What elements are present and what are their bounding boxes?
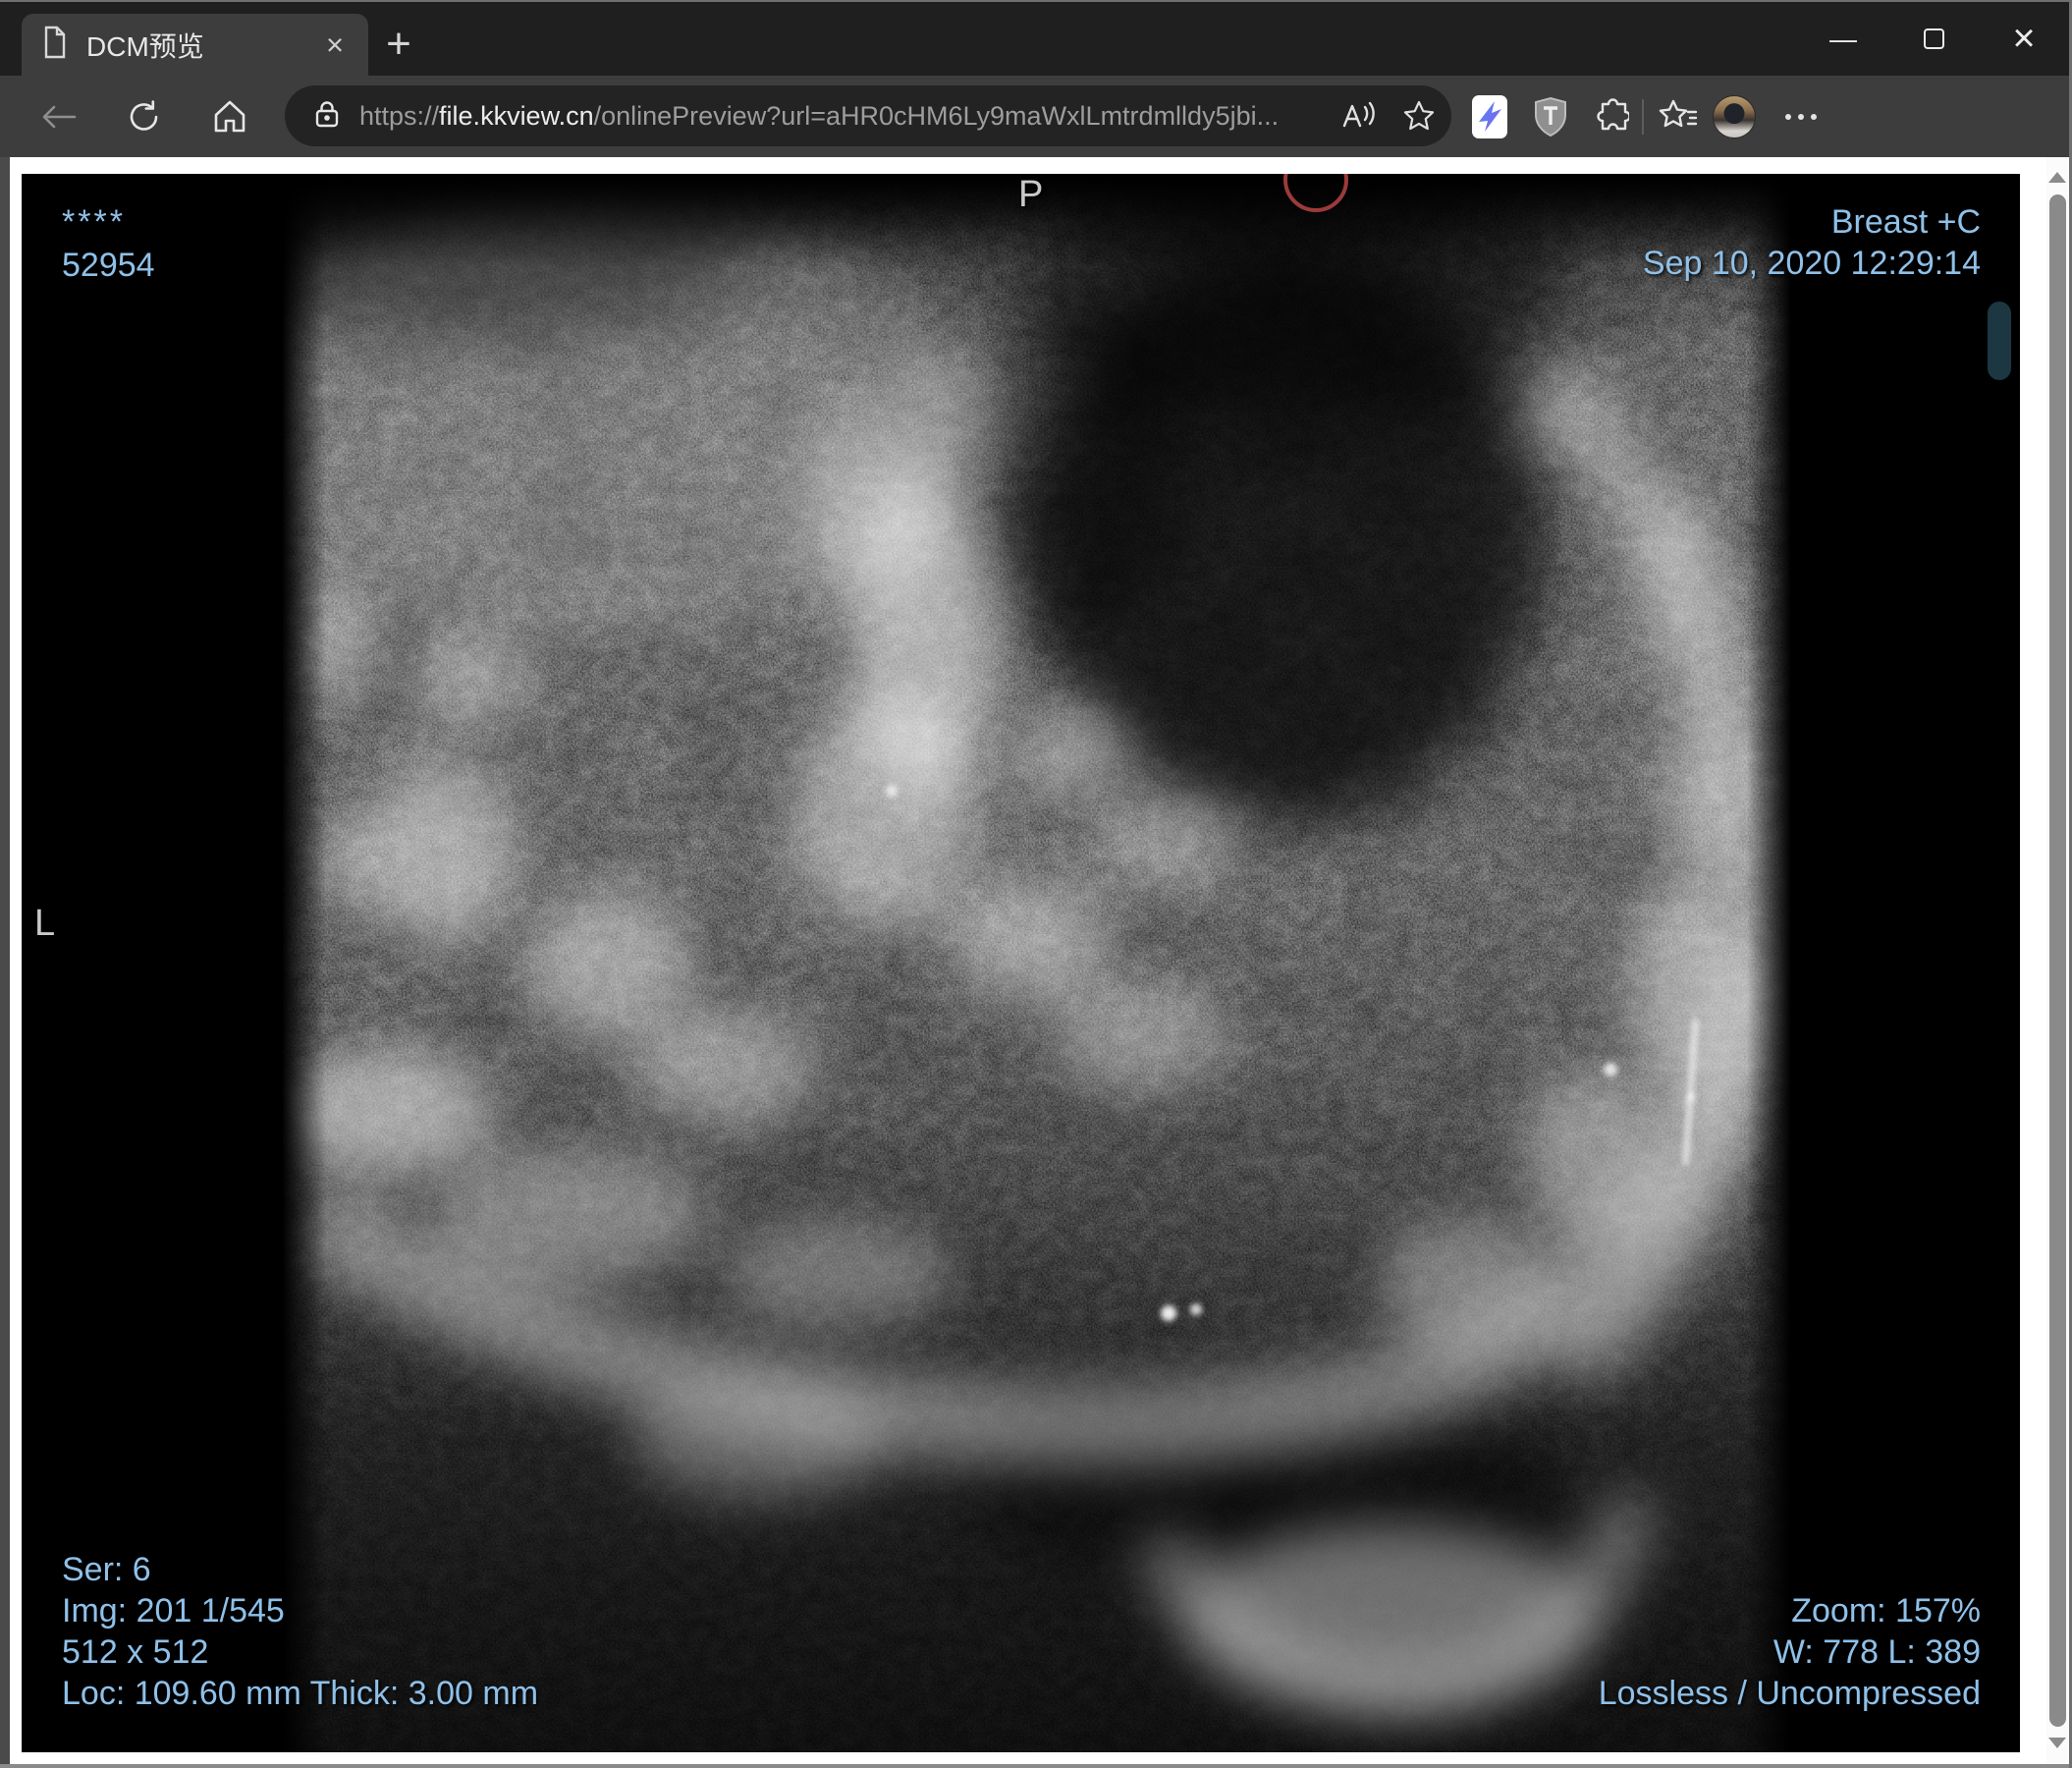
collections-button[interactable] [1647,76,1710,157]
series-number: Ser: 6 [62,1551,151,1588]
browser-scrollbar[interactable] [2046,157,2069,1764]
puzzle-icon [1597,97,1629,130]
profile-avatar[interactable] [1713,95,1756,138]
window-frame-bottom [0,1764,2069,1768]
image-index: Img: 201 1/545 [62,1592,285,1630]
patient-id-masked: **** [62,203,126,241]
viewer-scroll-indicator[interactable] [1988,302,2011,380]
window-level: W: 778 L: 389 [1772,1633,1981,1671]
bird-extension-icon [1472,94,1507,138]
toolbar-divider [1642,99,1644,135]
dot-icon [1798,113,1804,120]
extension-bird-button[interactable] [1458,76,1521,157]
dicom-viewer-canvas[interactable]: **** 52954 P L Breast +C Sep 10, 2020 12… [22,174,2020,1752]
maximize-icon [1923,28,1944,49]
back-button[interactable] [24,76,94,157]
study-label: Breast +C [1830,203,1981,241]
window-controls: — × [1798,2,2069,76]
url-domain: file.kkview.cn [439,100,594,131]
down-triangle-icon [2048,1737,2066,1748]
slice-location: Loc: 109.60 mm Thick: 3.00 mm [62,1675,539,1712]
browser-window: DCM预览 × + — × https://file.kkview.cn/onl… [0,0,2072,1768]
back-arrow-icon [42,105,77,128]
window-close-button[interactable]: × [1979,2,2069,76]
home-icon [214,100,245,132]
refresh-icon [130,99,158,131]
up-triangle-icon [2048,171,2066,183]
shield-t-icon [1535,96,1566,137]
navigation-toolbar: https://file.kkview.cn/onlinePreview?url… [0,76,2069,157]
lock-icon[interactable] [314,99,340,134]
orientation-marker-left: L [34,903,56,944]
matrix-size: 512 x 512 [62,1633,209,1671]
read-aloud-button[interactable] [1330,85,1387,146]
compression-info: Lossless / Uncompressed [1598,1675,1981,1712]
study-datetime: Sep 10, 2020 12:29:14 [1642,245,1981,282]
url-path: /onlinePreview?url=aHR0cHM6Ly9maWxlLmtrd… [593,100,1280,131]
dot-icon [1785,113,1791,120]
scrollbar-up-arrow[interactable] [2048,165,2066,189]
accession-number: 52954 [62,247,155,284]
url-text: https://file.kkview.cn/onlinePreview?url… [359,101,1330,132]
refresh-button[interactable] [109,76,180,157]
dot-icon [1811,113,1817,120]
extensions-puzzle-button[interactable] [1578,76,1641,157]
url-scheme: https:// [359,100,440,131]
tab-close-button[interactable]: × [315,26,354,65]
settings-more-button[interactable] [1773,76,1828,157]
star-icon [1403,100,1435,131]
mri-image [22,174,2020,1752]
read-aloud-icon [1342,101,1375,128]
window-frame-left [0,157,10,1764]
scrollbar-down-arrow[interactable] [2048,1731,2066,1754]
tab-title: DCM预览 [86,30,204,62]
new-tab-button[interactable]: + [371,16,426,73]
minimize-button[interactable]: — [1798,2,1888,76]
collections-star-icon [1659,99,1698,127]
zoom-level: Zoom: 157% [1791,1592,1981,1630]
favorite-star-button[interactable] [1387,85,1451,146]
maximize-button[interactable] [1888,2,1979,76]
orientation-marker-posterior: P [1018,174,1044,215]
scrollbar-thumb[interactable] [2049,194,2066,1727]
document-icon [39,25,73,65]
address-bar[interactable]: https://file.kkview.cn/onlinePreview?url… [285,85,1451,146]
title-bar: DCM预览 × + — × [0,2,2069,76]
home-button[interactable] [194,76,265,157]
browser-tab[interactable]: DCM预览 × [22,14,368,76]
shield-t-extension-button[interactable] [1519,76,1582,157]
